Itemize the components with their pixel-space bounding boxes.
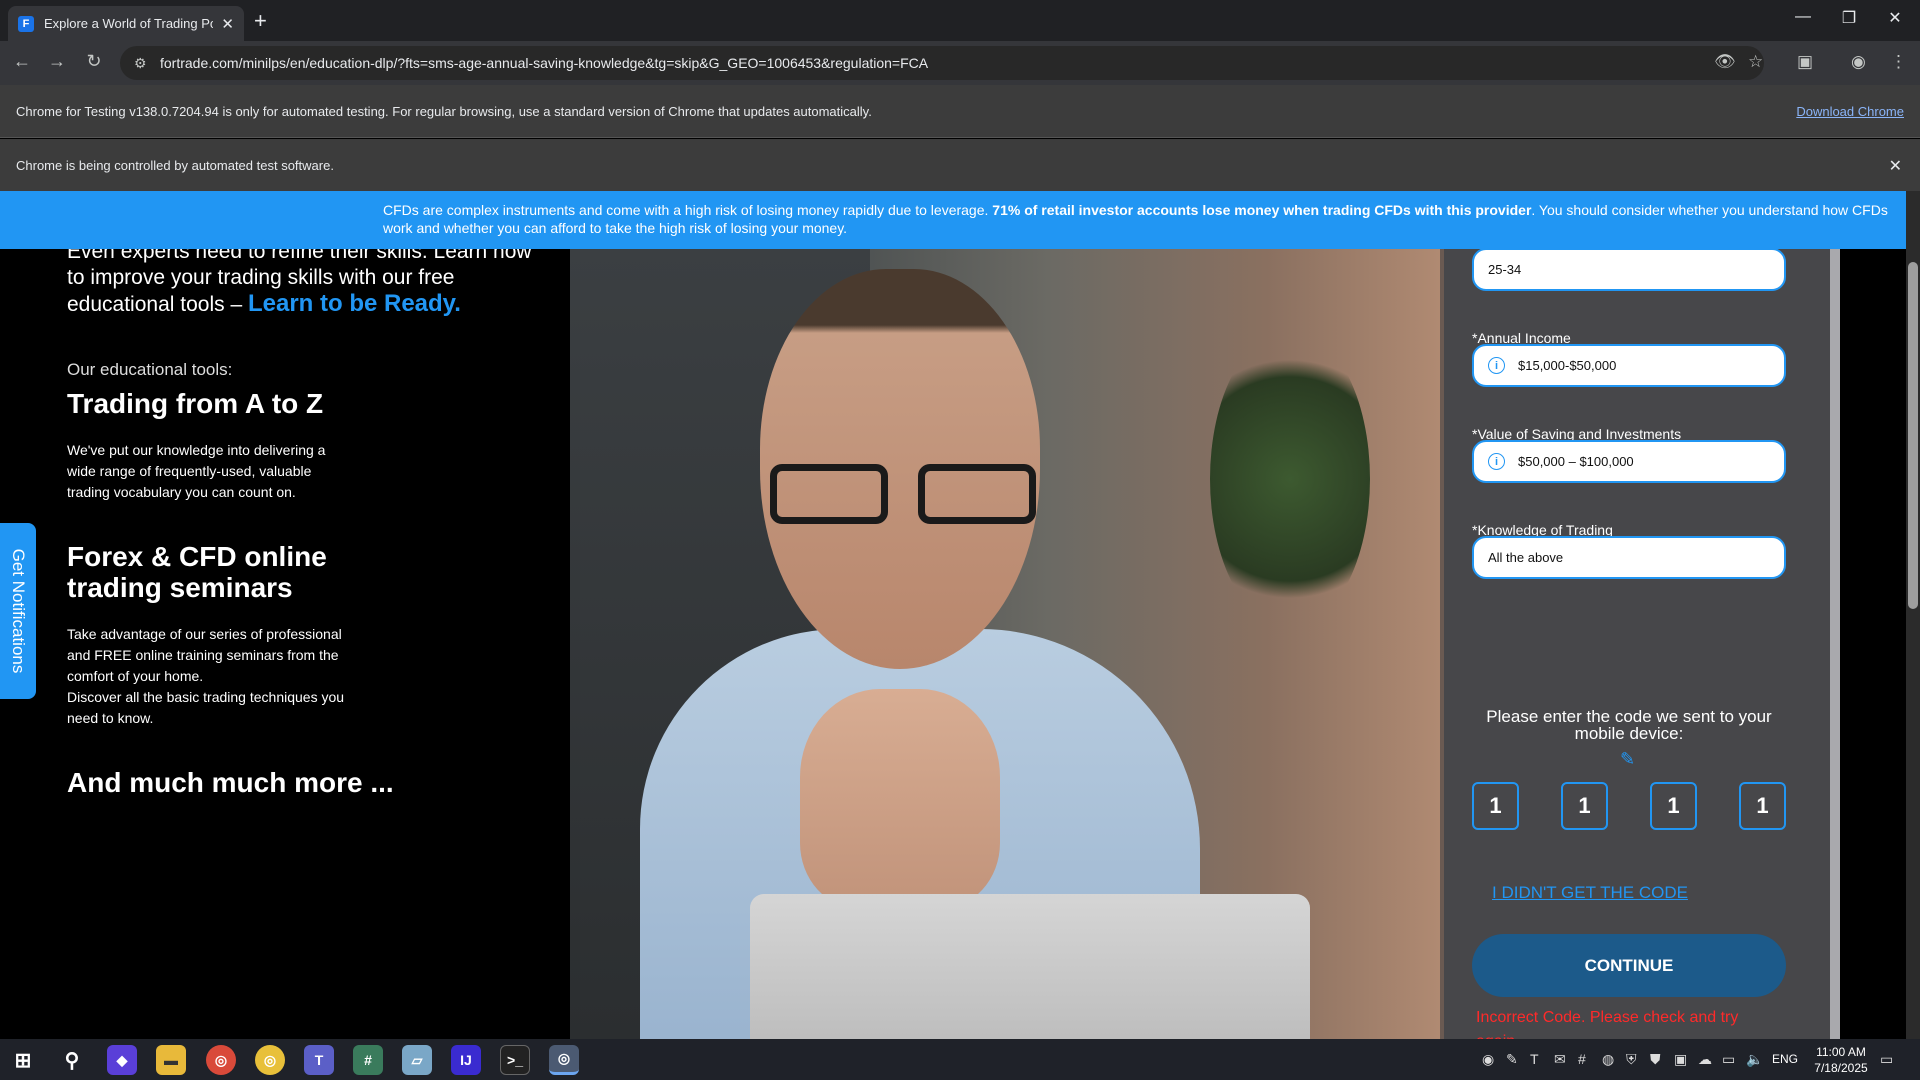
age-select[interactable]: 25-34: [1472, 248, 1786, 291]
close-window-button[interactable]: ✕: [1872, 8, 1918, 28]
automation-infobar-text: Chrome is being controlled by automated …: [16, 157, 334, 173]
signup-form-panel: 25-34 *Annual Income i $15,000-$50,000 *…: [1440, 248, 1840, 1039]
savings-value: $50,000 – $100,000: [1518, 454, 1634, 469]
code-digit-3[interactable]: 1: [1650, 782, 1697, 830]
income-select[interactable]: i $15,000-$50,000: [1472, 344, 1786, 387]
language-indicator[interactable]: ENG: [1772, 1052, 1798, 1066]
risk-text-part1: CFDs are complex instruments and come wi…: [383, 202, 993, 218]
forward-button[interactable]: →: [45, 51, 69, 72]
section1-text: We've put our knowledge into delivering …: [67, 442, 326, 500]
clock-time: 11:00 AM: [1816, 1045, 1866, 1059]
browser-tab-strip: [0, 0, 1920, 41]
code-digit-1[interactable]: 1: [1472, 782, 1519, 830]
chrome-testing-icon[interactable]: ◎: [549, 1045, 579, 1075]
volume-icon[interactable]: 🔈: [1746, 1051, 1763, 1068]
get-notifications-label: Get Notifications: [9, 548, 28, 674]
intro-accent: Learn to be Ready.: [247, 290, 461, 317]
notes-icon[interactable]: ▱: [402, 1045, 432, 1075]
copilot-icon[interactable]: ◆: [107, 1045, 137, 1075]
back-button[interactable]: ←: [10, 51, 34, 72]
section2-text1: Take advantage of our series of professi…: [67, 626, 342, 684]
section2-text2: Discover all the basic trading technique…: [67, 689, 345, 726]
testing-infobar: Chrome for Testing v138.0.7204.94 is onl…: [0, 85, 1920, 138]
risk-warning-banner: CFDs are complex instruments and come wi…: [0, 191, 1906, 249]
resend-code-link[interactable]: I DIDN'T GET THE CODE: [1492, 883, 1688, 903]
info-icon: i: [1488, 357, 1505, 374]
notifications-icon[interactable]: ▭: [1880, 1051, 1893, 1068]
menu-icon[interactable]: ⋮: [1890, 52, 1907, 72]
star-icon[interactable]: ☆: [1748, 52, 1763, 72]
new-tab-button[interactable]: +: [254, 8, 267, 34]
tray-outlook-icon[interactable]: ✉: [1554, 1051, 1566, 1068]
tab-close-icon[interactable]: ✕: [221, 15, 234, 33]
tray-slack-icon[interactable]: #: [1578, 1051, 1586, 1067]
tray-teams-icon[interactable]: T: [1530, 1051, 1539, 1067]
clock-date: 7/18/2025: [1814, 1061, 1868, 1075]
eye-off-icon[interactable]: 👁: [1714, 52, 1736, 72]
get-notifications-tab[interactable]: Get Notifications: [0, 523, 36, 699]
reading-mode-icon[interactable]: ▣: [1797, 52, 1813, 72]
profile-icon[interactable]: ◉: [1851, 52, 1866, 72]
slack-icon[interactable]: #: [353, 1045, 383, 1075]
tray-app-icon[interactable]: ◉: [1482, 1051, 1494, 1068]
tools-label: Our educational tools:: [67, 360, 233, 379]
section2-title: Forex & CFD online trading seminars: [67, 541, 327, 603]
file-explorer-icon[interactable]: ▬: [156, 1045, 186, 1075]
knowledge-select[interactable]: All the above: [1472, 536, 1786, 579]
automation-infobar: Chrome is being controlled by automated …: [0, 139, 1920, 191]
windows-start-icon[interactable]: ⊞: [8, 1045, 38, 1075]
address-bar[interactable]: ⚙ fortrade.com/minilps/en/education-dlp/…: [120, 46, 1764, 80]
restore-button[interactable]: ❐: [1826, 8, 1872, 28]
code-digit-2[interactable]: 1: [1561, 782, 1608, 830]
knowledge-value: All the above: [1488, 550, 1564, 565]
section3-title: And much much more ...: [67, 767, 394, 798]
savings-select[interactable]: i $50,000 – $100,000: [1472, 440, 1786, 483]
tab-title: Explore a World of Trading Possibilities: [43, 16, 213, 31]
minimize-button[interactable]: —: [1780, 8, 1826, 26]
risk-text-bold: 71% of retail investor accounts lose mon…: [992, 202, 1532, 218]
chrome-icon[interactable]: ◎: [255, 1045, 285, 1075]
infobar-close-icon[interactable]: ✕: [1889, 156, 1902, 176]
trader-photo: [570, 249, 1440, 1039]
network-icon[interactable]: ▭: [1722, 1051, 1735, 1068]
tray-security-icon[interactable]: ⛊: [1650, 1051, 1661, 1068]
tray-shield-icon[interactable]: ⛨: [1626, 1051, 1637, 1068]
search-icon[interactable]: ⚲: [57, 1045, 87, 1075]
teams-icon[interactable]: T: [304, 1045, 334, 1075]
clock[interactable]: 11:00 AM 7/18/2025: [1806, 1044, 1876, 1076]
reload-button[interactable]: ↻: [82, 51, 106, 72]
intellij-icon[interactable]: IJ: [451, 1045, 481, 1075]
chrome-dev-icon[interactable]: ◎: [206, 1045, 236, 1075]
info-icon: i: [1488, 453, 1505, 470]
page-content: CFDs are complex instruments and come wi…: [0, 191, 1906, 1039]
tray-pen-icon[interactable]: ✎: [1506, 1051, 1518, 1068]
tray-red-app-icon[interactable]: ▣: [1674, 1051, 1687, 1068]
continue-button[interactable]: CONTINUE: [1472, 934, 1786, 997]
education-info-column: Even experts need to refine their skills…: [0, 240, 570, 1039]
income-value: $15,000-$50,000: [1518, 358, 1617, 373]
error-message: Incorrect Code. Please check and try aga…: [1476, 1009, 1739, 1039]
testing-infobar-text: Chrome for Testing v138.0.7204.94 is onl…: [16, 103, 872, 119]
intro-paragraph: Even experts need to refine their skills…: [67, 239, 537, 318]
terminal-icon[interactable]: >_: [500, 1045, 530, 1075]
site-favicon-icon: F: [18, 15, 34, 32]
code-prompt: Please enter the code we sent to your mo…: [1486, 707, 1772, 743]
tray-vpn-icon[interactable]: ◍: [1602, 1051, 1614, 1068]
tray-cloud-icon[interactable]: ☁: [1698, 1051, 1712, 1068]
section1-title: Trading from A to Z: [67, 388, 324, 419]
url-text: fortrade.com/minilps/en/education-dlp/?f…: [160, 55, 929, 71]
download-chrome-link[interactable]: Download Chrome: [1796, 104, 1904, 119]
site-info-icon[interactable]: ⚙: [134, 55, 147, 72]
browser-tab[interactable]: F Explore a World of Trading Possibiliti…: [8, 6, 244, 41]
code-digit-4[interactable]: 1: [1739, 782, 1786, 830]
edit-phone-icon[interactable]: ✎: [1620, 749, 1635, 770]
age-value: 25-34: [1488, 262, 1522, 277]
scrollbar-thumb[interactable]: [1908, 262, 1918, 609]
